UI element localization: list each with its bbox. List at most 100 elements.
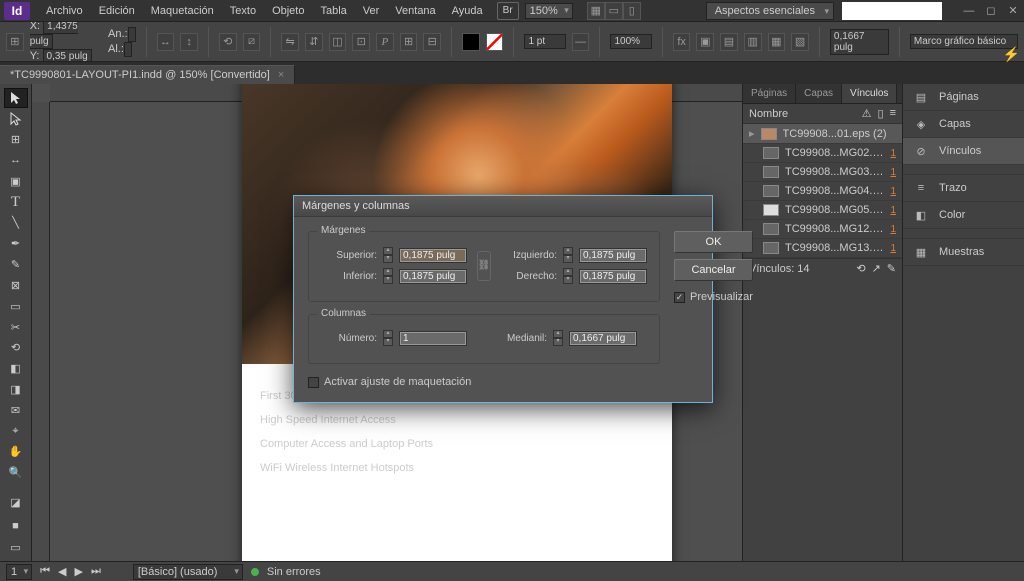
link-row[interactable]: ▸TC99908...01.eps (2) bbox=[743, 124, 902, 144]
x-input[interactable]: 1,4375 pulg bbox=[30, 22, 78, 49]
direct-selection-tool[interactable] bbox=[4, 109, 28, 129]
pen-tool[interactable]: ✒ bbox=[4, 234, 28, 254]
menu-edicion[interactable]: Edición bbox=[91, 2, 143, 20]
goto-link-icon[interactable]: ↗ bbox=[872, 262, 881, 275]
h-input[interactable] bbox=[124, 42, 132, 57]
side-trazo[interactable]: ≡Trazo bbox=[903, 175, 1024, 202]
minimize-icon[interactable]: ― bbox=[962, 4, 976, 18]
wrap-icon[interactable]: ▣ bbox=[696, 33, 714, 51]
stroke-weight-input[interactable]: 1 pt bbox=[524, 34, 565, 49]
bridge-button[interactable]: Br bbox=[497, 2, 519, 20]
scissors-tool[interactable]: ✂ bbox=[4, 317, 28, 337]
cancel-button[interactable]: Cancelar bbox=[674, 259, 753, 281]
gutter-input[interactable]: 0,1667 pulg bbox=[569, 331, 637, 346]
margin-top-input[interactable]: 0,1875 pulg bbox=[399, 248, 467, 263]
menu-texto[interactable]: Texto bbox=[222, 2, 264, 20]
wrap4-icon[interactable]: ▦ bbox=[768, 33, 786, 51]
zoom-select[interactable]: 150% bbox=[525, 3, 573, 19]
link-row[interactable]: TC99908...MG02.eps1 bbox=[743, 144, 902, 163]
link-row[interactable]: TC99908...MG03.eps1 bbox=[743, 163, 902, 182]
fill-swatch[interactable] bbox=[462, 33, 480, 51]
nav-last-icon[interactable]: ⏭ bbox=[91, 565, 101, 578]
link-row[interactable]: TC99908...MG05.eps1 bbox=[743, 201, 902, 220]
rectangle-frame-tool[interactable]: ⊠ bbox=[4, 275, 28, 295]
wrap2-icon[interactable]: ▤ bbox=[720, 33, 738, 51]
fill-stroke-swap[interactable]: ◪ bbox=[4, 490, 28, 515]
close-tab-icon[interactable]: × bbox=[278, 69, 284, 81]
note-tool[interactable]: ✉ bbox=[4, 400, 28, 420]
selection-tool[interactable] bbox=[4, 88, 28, 108]
layout-adjust-checkbox[interactable]: Activar ajuste de maquetación bbox=[308, 376, 660, 388]
menu-objeto[interactable]: Objeto bbox=[264, 2, 312, 20]
scale-x-icon[interactable]: ↔ bbox=[157, 33, 175, 51]
nav-next-icon[interactable]: ▶ bbox=[75, 565, 83, 578]
arrange-icon[interactable]: ▯ bbox=[623, 2, 641, 20]
screen-mode-icon[interactable]: ▭ bbox=[605, 2, 623, 20]
view-options-icon[interactable]: ▦ bbox=[587, 2, 605, 20]
margin-right-input[interactable]: 0,1875 pulg bbox=[579, 269, 647, 284]
apply-color-icon[interactable]: ■ bbox=[4, 516, 28, 536]
flip-v-icon[interactable]: ⇵ bbox=[305, 33, 323, 51]
gutter-input[interactable]: 0,1667 pulg bbox=[830, 29, 889, 55]
link-row[interactable]: TC99908...MG04.eps1 bbox=[743, 182, 902, 201]
ok-button[interactable]: OK bbox=[674, 231, 753, 253]
margin-left-input[interactable]: 0,1875 pulg bbox=[579, 248, 647, 263]
menu-ver[interactable]: Ver bbox=[355, 2, 388, 20]
ruler-vertical[interactable] bbox=[32, 102, 50, 561]
rectangle-tool[interactable]: ▭ bbox=[4, 296, 28, 316]
relink-icon[interactable]: ⟲ bbox=[856, 262, 865, 275]
margin-bottom-input[interactable]: 0,1875 pulg bbox=[399, 269, 467, 284]
type-tool[interactable]: T bbox=[4, 192, 28, 212]
maximize-icon[interactable]: ◻ bbox=[984, 4, 998, 18]
workspace-select[interactable]: Aspectos esenciales bbox=[706, 2, 834, 20]
content-collector-tool[interactable]: ▣ bbox=[4, 171, 28, 191]
line-tool[interactable]: ╲ bbox=[4, 213, 28, 233]
free-transform-tool[interactable]: ⟲ bbox=[4, 338, 28, 358]
update-link-icon[interactable]: ✎ bbox=[887, 262, 896, 275]
gradient-feather-tool[interactable]: ◨ bbox=[4, 380, 28, 400]
menu-ayuda[interactable]: Ayuda bbox=[444, 2, 491, 20]
nav-prev-icon[interactable]: ◀ bbox=[58, 565, 66, 578]
container-icon[interactable]: ◫ bbox=[329, 33, 347, 51]
preview-checkbox[interactable]: ✓Previsualizar bbox=[674, 291, 753, 303]
eyedropper-tool[interactable]: ⌖ bbox=[4, 421, 28, 441]
side-muestras[interactable]: ▦Muestras bbox=[903, 239, 1024, 266]
content-icon[interactable]: ⊡ bbox=[352, 33, 370, 51]
w-input[interactable] bbox=[128, 27, 136, 42]
gradient-swatch-tool[interactable]: ◧ bbox=[4, 359, 28, 379]
menu-ventana[interactable]: Ventana bbox=[387, 2, 443, 20]
basic-select[interactable]: [Básico] (usado) bbox=[133, 564, 243, 580]
tab-vinculos[interactable]: Vínculos bbox=[842, 84, 897, 103]
columns-number-input[interactable]: 1 bbox=[399, 331, 467, 346]
opacity-input[interactable]: 100% bbox=[610, 34, 651, 49]
flip-h-icon[interactable]: ⇋ bbox=[281, 33, 299, 51]
document-tab[interactable]: *TC9990801-LAYOUT-PI1.indd @ 150% [Conve… bbox=[0, 65, 295, 84]
link-row[interactable]: TC99908...MG13.jpg1 bbox=[743, 239, 902, 258]
tab-paginas[interactable]: Páginas bbox=[743, 84, 796, 103]
reference-point-icon[interactable]: ⊞ bbox=[6, 33, 24, 51]
side-color[interactable]: ◧Color bbox=[903, 202, 1024, 229]
scale-y-icon[interactable]: ↕ bbox=[180, 33, 198, 51]
link-row[interactable]: TC99908...MG12.jpg1 bbox=[743, 220, 902, 239]
help-search-input[interactable] bbox=[842, 2, 942, 20]
wrap3-icon[interactable]: ▥ bbox=[744, 33, 762, 51]
fit-prop-icon[interactable]: ⊟ bbox=[423, 33, 441, 51]
gap-tool[interactable]: ↔ bbox=[4, 150, 28, 170]
stroke-style-icon[interactable]: — bbox=[572, 33, 590, 51]
side-vinculos[interactable]: ⊘Vínculos bbox=[903, 138, 1024, 165]
zoom-tool[interactable]: 🔍 bbox=[4, 463, 28, 483]
fit-icon[interactable]: ⊞ bbox=[400, 33, 418, 51]
side-capas[interactable]: ◈Capas bbox=[903, 111, 1024, 138]
tab-capas[interactable]: Capas bbox=[796, 84, 842, 103]
shear-icon[interactable]: ⧄ bbox=[243, 33, 261, 51]
menu-archivo[interactable]: Archivo bbox=[38, 2, 91, 20]
side-paginas[interactable]: ▤Páginas bbox=[903, 84, 1024, 111]
effects-icon[interactable]: fx bbox=[673, 33, 691, 51]
page-nav-select[interactable]: 1 bbox=[6, 564, 32, 580]
menu-tabla[interactable]: Tabla bbox=[312, 2, 354, 20]
nav-first-icon[interactable]: ⏮ bbox=[40, 565, 50, 578]
rotate-icon[interactable]: ⟲ bbox=[219, 33, 237, 51]
wrap5-icon[interactable]: ▧ bbox=[791, 33, 809, 51]
page-tool[interactable]: ⊞ bbox=[4, 130, 28, 150]
menu-maquetacion[interactable]: Maquetación bbox=[143, 2, 222, 20]
